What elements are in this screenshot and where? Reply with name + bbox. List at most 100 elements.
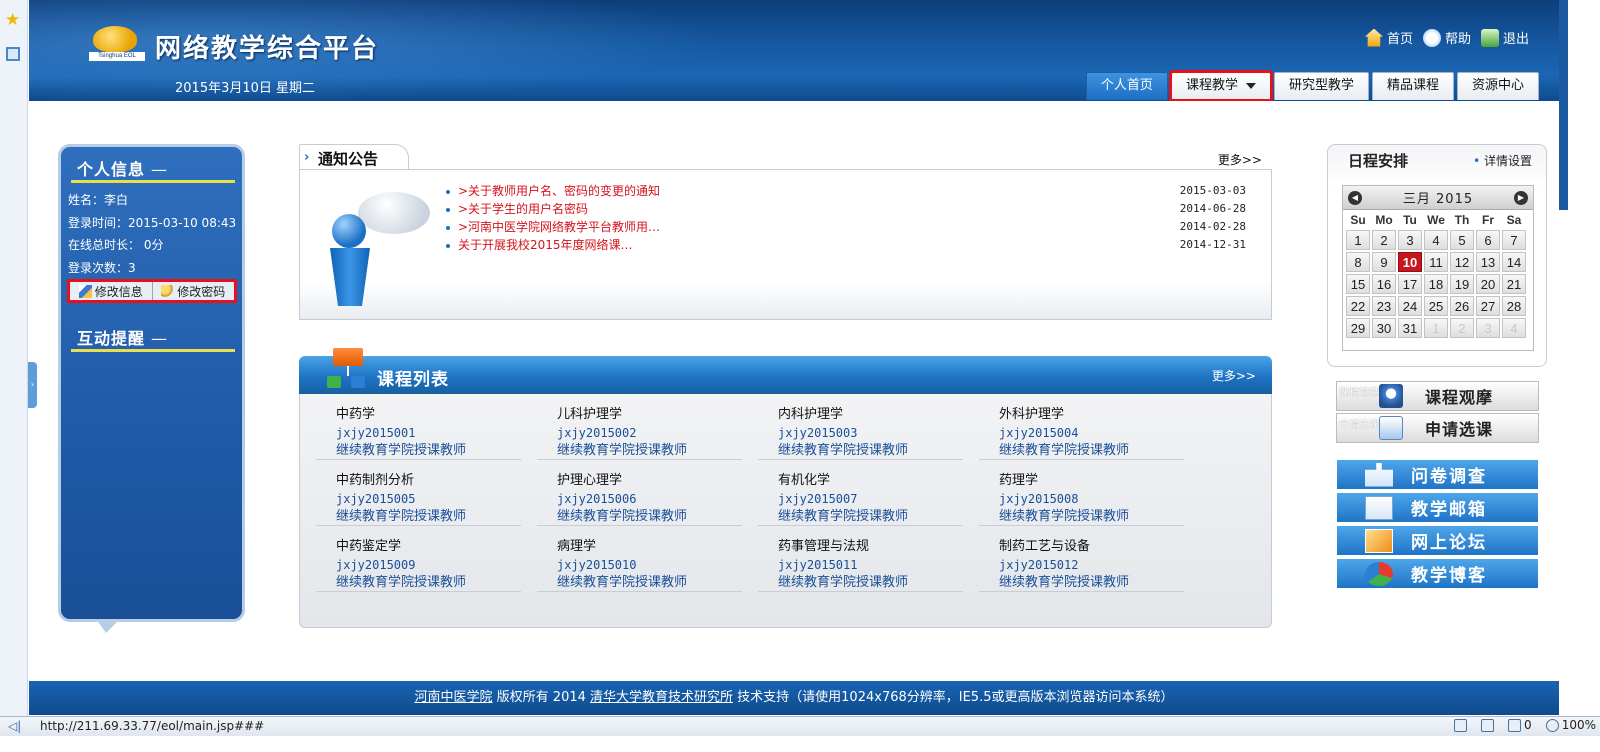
course-name[interactable]: 儿科护理学 bbox=[557, 406, 742, 424]
calendar-day[interactable]: 27 bbox=[1476, 296, 1500, 316]
course-teacher[interactable]: 继续教育学院授课教师 bbox=[778, 508, 963, 526]
calendar-day[interactable]: 1 bbox=[1346, 230, 1370, 250]
calendar-day[interactable]: 11 bbox=[1424, 252, 1448, 272]
course-item[interactable]: 制药工艺与设备 jxjy2015012 继续教育学院授课教师 bbox=[979, 538, 1184, 592]
course-code[interactable]: jxjy2015002 bbox=[557, 424, 742, 442]
course-name[interactable]: 中药制剂分析 bbox=[336, 472, 521, 490]
course-item[interactable]: 药理学 jxjy2015008 继续教育学院授课教师 bbox=[979, 472, 1184, 526]
next-month-icon[interactable]: ▶ bbox=[1514, 190, 1528, 205]
course-name[interactable]: 护理心理学 bbox=[557, 472, 742, 490]
home-link[interactable]: 首页 bbox=[1364, 28, 1413, 47]
calendar-day[interactable]: 8 bbox=[1346, 252, 1370, 272]
calendar-day[interactable]: 31 bbox=[1398, 318, 1422, 338]
course-item[interactable]: 外科护理学 jxjy2015004 继续教育学院授课教师 bbox=[979, 406, 1184, 460]
tab-research-teaching[interactable]: 研究型教学 bbox=[1273, 72, 1369, 100]
course-teacher[interactable]: 继续教育学院授课教师 bbox=[778, 574, 963, 592]
course-code[interactable]: jxjy2015006 bbox=[557, 490, 742, 508]
calendar-day[interactable]: 9 bbox=[1372, 252, 1396, 272]
course-name[interactable]: 药事管理与法规 bbox=[778, 538, 963, 556]
course-teacher[interactable]: 继续教育学院授课教师 bbox=[999, 508, 1184, 526]
calendar-day[interactable]: 4 bbox=[1502, 318, 1526, 338]
calendar-day[interactable]: 4 bbox=[1424, 230, 1448, 250]
calendar-day[interactable]: 26 bbox=[1450, 296, 1474, 316]
calendar-day[interactable]: 25 bbox=[1424, 296, 1448, 316]
list-item[interactable]: 关于开展我校2015年度网络课… 2014-12-31 bbox=[446, 236, 1246, 254]
survey-button[interactable]: 问卷调查 bbox=[1337, 460, 1538, 491]
calendar-day[interactable]: 17 bbox=[1398, 274, 1422, 294]
sidebar-toggle-handle[interactable]: › bbox=[28, 362, 37, 408]
course-teacher[interactable]: 继续教育学院授课教师 bbox=[336, 442, 521, 460]
prev-month-icon[interactable]: ◀ bbox=[1348, 190, 1362, 205]
calendar-day[interactable]: 29 bbox=[1346, 318, 1370, 338]
course-item[interactable]: 儿科护理学 jxjy2015002 继续教育学院授课教师 bbox=[537, 406, 742, 460]
course-name[interactable]: 制药工艺与设备 bbox=[999, 538, 1184, 556]
course-name[interactable]: 内科护理学 bbox=[778, 406, 963, 424]
security-icon[interactable] bbox=[1481, 718, 1495, 732]
feeds-icon[interactable] bbox=[6, 47, 20, 61]
course-more-link[interactable]: 更多>> bbox=[1212, 367, 1256, 384]
course-item[interactable]: 中药鉴定学 jxjy2015009 继续教育学院授课教师 bbox=[316, 538, 521, 592]
course-item[interactable]: 中药制剂分析 jxjy2015005 继续教育学院授课教师 bbox=[316, 472, 521, 526]
course-teacher[interactable]: 继续教育学院授课教师 bbox=[999, 442, 1184, 460]
calendar-day[interactable]: 2 bbox=[1372, 230, 1396, 250]
apply-course-button[interactable]: 申请选课 申请选课 bbox=[1336, 413, 1539, 443]
tab-resource-center[interactable]: 资源中心 bbox=[1456, 72, 1539, 100]
notice-more-link[interactable]: 更多>> bbox=[1218, 151, 1262, 168]
course-code[interactable]: jxjy2015011 bbox=[778, 556, 963, 574]
calendar-day[interactable]: 5 bbox=[1450, 230, 1474, 250]
calendar-day[interactable]: 15 bbox=[1346, 274, 1370, 294]
collapse-toggle[interactable]: — bbox=[151, 160, 168, 179]
calendar-day[interactable]: 2 bbox=[1450, 318, 1474, 338]
course-item[interactable]: 护理心理学 jxjy2015006 继续教育学院授课教师 bbox=[537, 472, 742, 526]
course-observe-button[interactable]: 课程观摩 课程观摩 bbox=[1336, 381, 1539, 411]
zoom-control[interactable]: 100% bbox=[1545, 718, 1596, 732]
calendar-day[interactable]: 1 bbox=[1424, 318, 1448, 338]
course-name[interactable]: 病理学 bbox=[557, 538, 742, 556]
teaching-mailbox-button[interactable]: 教学邮箱 bbox=[1337, 493, 1538, 524]
course-teacher[interactable]: 继续教育学院授课教师 bbox=[999, 574, 1184, 592]
shield-counter[interactable]: 0 bbox=[1508, 718, 1532, 732]
calendar-day[interactable]: 10 bbox=[1398, 252, 1422, 272]
course-code[interactable]: jxjy2015007 bbox=[778, 490, 963, 508]
course-name[interactable]: 中药鉴定学 bbox=[336, 538, 521, 556]
course-item[interactable]: 中药学 jxjy2015001 继续教育学院授课教师 bbox=[316, 406, 521, 460]
tab-quality-courses[interactable]: 精品课程 bbox=[1371, 72, 1454, 100]
course-item[interactable]: 药事管理与法规 jxjy2015011 继续教育学院授课教师 bbox=[758, 538, 963, 592]
calendar-day[interactable]: 23 bbox=[1372, 296, 1396, 316]
course-code[interactable]: jxjy2015012 bbox=[999, 556, 1184, 574]
calendar-day[interactable]: 7 bbox=[1502, 230, 1526, 250]
calendar-day[interactable]: 3 bbox=[1476, 318, 1500, 338]
calendar-day[interactable]: 12 bbox=[1450, 252, 1474, 272]
edit-info-button[interactable]: 修改信息 bbox=[70, 282, 153, 300]
calendar-day[interactable]: 20 bbox=[1476, 274, 1500, 294]
help-link[interactable]: 帮助 bbox=[1422, 28, 1471, 47]
calendar-day[interactable]: 30 bbox=[1372, 318, 1396, 338]
back-icon[interactable]: ◁| bbox=[8, 719, 21, 733]
calendar-day[interactable]: 19 bbox=[1450, 274, 1474, 294]
calendar-day[interactable]: 21 bbox=[1502, 274, 1526, 294]
course-teacher[interactable]: 继续教育学院授课教师 bbox=[336, 508, 521, 526]
calendar-day[interactable]: 18 bbox=[1424, 274, 1448, 294]
course-name[interactable]: 外科护理学 bbox=[999, 406, 1184, 424]
calendar-day[interactable]: 22 bbox=[1346, 296, 1370, 316]
course-item[interactable]: 病理学 jxjy2015010 继续教育学院授课教师 bbox=[537, 538, 742, 592]
calendar-day[interactable]: 16 bbox=[1372, 274, 1396, 294]
sound-icon[interactable] bbox=[1454, 718, 1468, 732]
school-link[interactable]: 河南中医学院 bbox=[415, 690, 493, 705]
course-teacher[interactable]: 继续教育学院授课教师 bbox=[557, 508, 742, 526]
course-teacher[interactable]: 继续教育学院授课教师 bbox=[778, 442, 963, 460]
online-forum-button[interactable]: 网上论坛 bbox=[1337, 526, 1538, 557]
course-code[interactable]: jxjy2015010 bbox=[557, 556, 742, 574]
course-item[interactable]: 内科护理学 jxjy2015003 继续教育学院授课教师 bbox=[758, 406, 963, 460]
course-code[interactable]: jxjy2015008 bbox=[999, 490, 1184, 508]
tab-course-teaching[interactable]: 课程教学 bbox=[1168, 70, 1273, 101]
calendar-day[interactable]: 6 bbox=[1476, 230, 1500, 250]
calendar-day[interactable]: 28 bbox=[1502, 296, 1526, 316]
support-org-link[interactable]: 清华大学教育技术研究所 bbox=[590, 690, 733, 705]
list-item[interactable]: >关于教师用户名、密码的变更的通知 2015-03-03 bbox=[446, 182, 1246, 200]
page-scrollbar[interactable] bbox=[1559, 0, 1568, 210]
course-code[interactable]: jxjy2015009 bbox=[336, 556, 521, 574]
course-code[interactable]: jxjy2015003 bbox=[778, 424, 963, 442]
course-code[interactable]: jxjy2015004 bbox=[999, 424, 1184, 442]
course-code[interactable]: jxjy2015005 bbox=[336, 490, 521, 508]
